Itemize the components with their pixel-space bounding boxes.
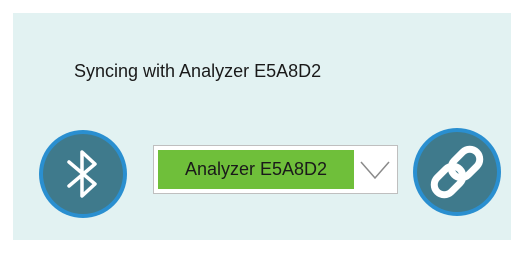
link-icon bbox=[430, 145, 484, 199]
link-button[interactable] bbox=[413, 128, 501, 216]
device-select[interactable]: Analyzer E5A8D2 bbox=[153, 145, 398, 194]
bluetooth-button[interactable] bbox=[39, 130, 127, 218]
device-select-value: Analyzer E5A8D2 bbox=[158, 150, 354, 189]
chevron-down-icon[interactable] bbox=[357, 150, 393, 189]
sync-status-title: Syncing with Analyzer E5A8D2 bbox=[74, 61, 322, 81]
bluetooth-icon bbox=[67, 150, 97, 198]
